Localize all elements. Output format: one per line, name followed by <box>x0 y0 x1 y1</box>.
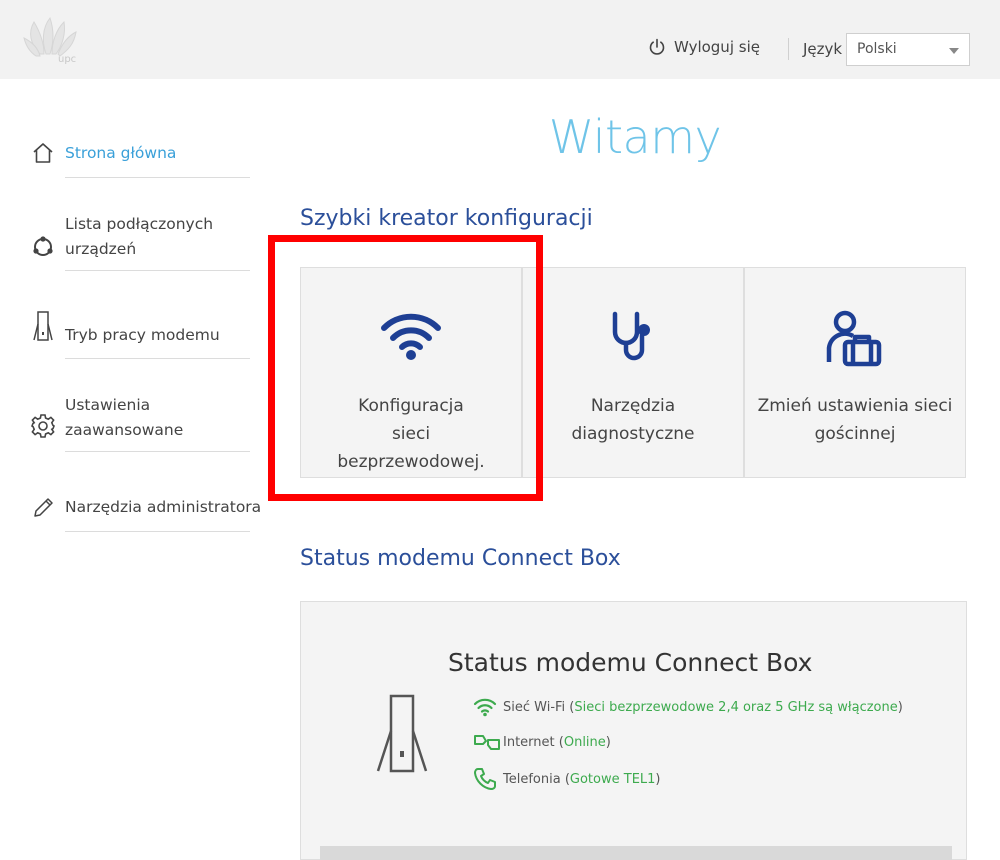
power-icon <box>649 38 665 55</box>
card-label: Konfiguracja sieci bezprzewodowej. <box>337 396 485 472</box>
diagnostic-tools-card[interactable]: Narzędzia diagnostyczne <box>522 267 744 478</box>
language-selected-value: Polski <box>857 41 897 57</box>
devices-icon <box>30 234 56 260</box>
sidebar-divider <box>65 177 250 178</box>
status-row-internet: Internet (Online) <box>473 733 611 751</box>
header-divider <box>788 38 789 60</box>
status-name: Internet <box>503 734 555 750</box>
status-section-title: Status modemu Connect Box <box>300 546 621 571</box>
top-bar: upc Wyloguj się Język Polski <box>0 0 1000 79</box>
sidebar-item-label: Tryb pracy modemu <box>65 326 220 344</box>
status-value: Sieci bezprzewodowe 2,4 oraz 5 GHz są wł… <box>574 699 898 715</box>
logo-text: upc <box>58 54 77 65</box>
wifi-icon <box>301 310 521 362</box>
sidebar-divider <box>65 451 250 452</box>
home-icon <box>30 140 56 166</box>
status-row-wifi: Sieć Wi-Fi (Sieci bezprzewodowe 2,4 oraz… <box>473 697 903 717</box>
pencil-icon <box>30 495 56 521</box>
sidebar-divider <box>65 270 250 271</box>
card-label: Narzędzia diagnostyczne <box>571 396 695 444</box>
logout-button[interactable]: Wyloguj się <box>648 38 760 56</box>
modem-device-icon <box>376 694 428 773</box>
modem-icon <box>30 311 56 341</box>
status-row-phone: Telefonia (Gotowe TEL1) <box>473 767 661 791</box>
guest-user-icon <box>745 310 965 370</box>
sidebar-item-label: Ustawienia zaawansowane <box>65 396 184 439</box>
status-name: Sieć Wi-Fi <box>503 699 566 715</box>
sidebar-divider <box>65 531 250 532</box>
gear-icon <box>30 413 56 439</box>
guest-network-card[interactable]: Zmień ustawienia sieci gościnnej <box>744 267 966 478</box>
stethoscope-icon <box>523 310 743 366</box>
phone-icon <box>473 767 503 791</box>
page-title: Witamy <box>548 110 722 164</box>
status-value: Gotowe TEL1 <box>569 771 656 787</box>
internet-icon <box>473 733 503 751</box>
status-footer-strip <box>320 846 952 860</box>
chevron-down-icon <box>949 48 959 54</box>
wireless-config-card[interactable]: Konfiguracja sieci bezprzewodowej. <box>300 267 522 478</box>
wifi-icon <box>473 697 503 717</box>
language-label: Język <box>803 40 843 58</box>
quick-wizard-title: Szybki kreator konfiguracji <box>300 206 593 231</box>
logout-label: Wyloguj się <box>674 38 760 56</box>
sidebar-item-label: Strona główna <box>65 144 177 162</box>
sidebar-item-label: Lista podłączonych urządzeń <box>65 215 214 258</box>
sidebar-divider <box>65 358 250 359</box>
language-select[interactable]: Polski <box>846 33 970 66</box>
status-heading: Status modemu Connect Box <box>448 648 813 677</box>
sidebar-item-label: Narzędzia administratora <box>65 498 262 516</box>
status-value: Online <box>563 734 606 750</box>
status-name: Telefonia <box>503 771 561 787</box>
card-label: Zmień ustawienia sieci gościnnej <box>757 396 953 444</box>
